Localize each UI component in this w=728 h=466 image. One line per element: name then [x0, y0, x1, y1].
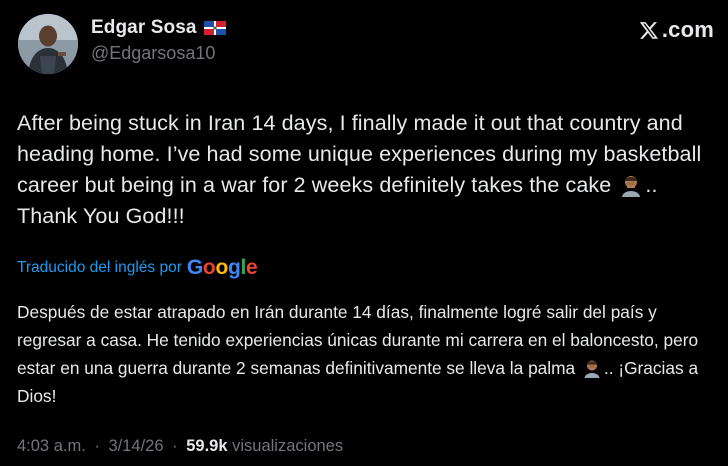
tweet-card: Edgar Sosa @Edgarsosa10 .com After being… [0, 0, 728, 466]
tweet-text: After being stuck in Iran 14 days, I fin… [17, 108, 717, 232]
avatar[interactable] [18, 14, 78, 74]
x-logo-icon [639, 22, 658, 39]
tweet-text-main: After being stuck in Iran 14 days, I fin… [17, 111, 702, 197]
meta-separator: · [172, 437, 178, 455]
tweet-date[interactable]: 3/14/26 [108, 437, 163, 455]
views-label: visualizaciones [232, 437, 344, 455]
avatar-photo [18, 14, 78, 74]
man-facepalming-emoji-icon [582, 358, 602, 378]
translated-text: Después de estar atrapado en Irán durant… [17, 298, 717, 410]
views-count: 59.9k [186, 437, 228, 455]
man-facepalming-emoji-icon [619, 173, 643, 197]
google-logo-icon: Google [186, 256, 258, 279]
meta-separator: · [94, 437, 100, 455]
author-name-row[interactable]: Edgar Sosa [91, 17, 226, 39]
translation-label[interactable]: Traducido del inglés por [17, 259, 182, 277]
tweet-time[interactable]: 4:03 a.m. [17, 437, 86, 455]
author-handle[interactable]: @Edgarsosa10 [91, 43, 215, 64]
translation-attribution[interactable]: Traducido del inglés por Google [17, 256, 258, 280]
brand-text: .com [661, 17, 714, 42]
x-brand: .com [639, 17, 714, 43]
author-display-name[interactable]: Edgar Sosa [91, 17, 197, 39]
dominican-republic-flag-icon [203, 21, 226, 35]
tweet-meta: 4:03 a.m. · 3/14/26 · 59.9k visualizacio… [17, 437, 343, 456]
